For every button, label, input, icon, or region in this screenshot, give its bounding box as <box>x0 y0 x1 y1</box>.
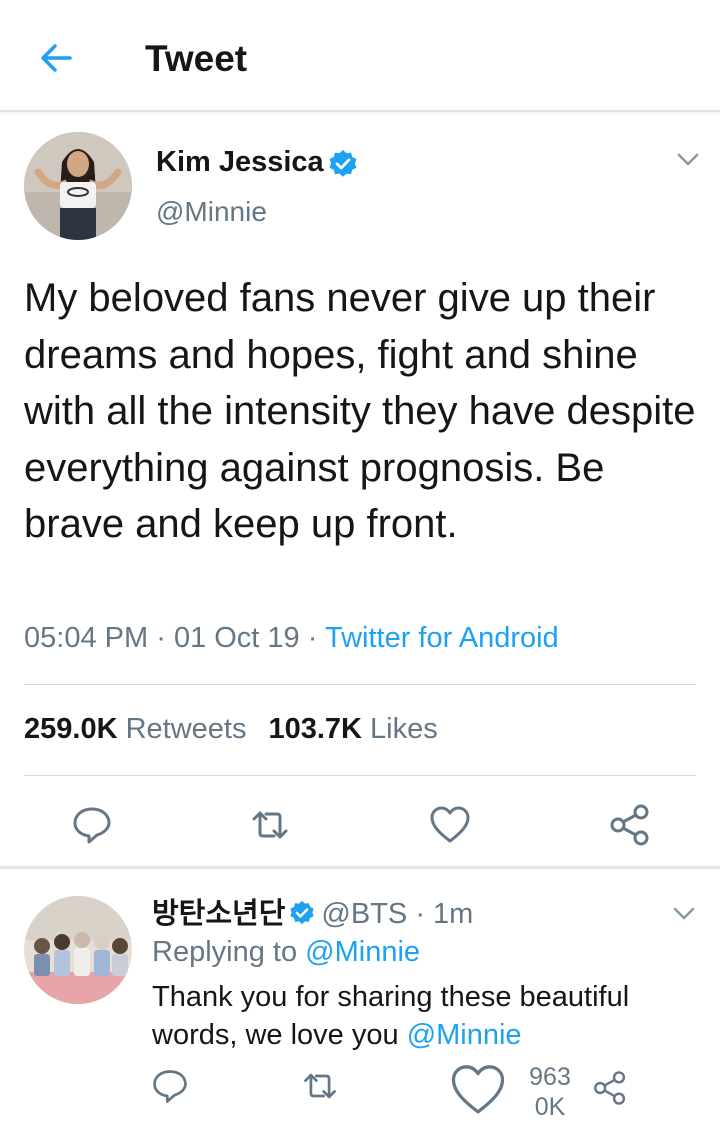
tweet-metadata: 05:04 PM · 01 Oct 19 · Twitter for Andro… <box>24 622 559 655</box>
reply-text-block: Thank you for sharing these beautiful wo… <box>152 978 712 1054</box>
reply-time: 1m <box>433 898 474 930</box>
verified-badge-icon <box>328 149 358 179</box>
tweet-text: My beloved fans never give up their drea… <box>24 276 696 546</box>
like-icon[interactable] <box>448 1060 508 1120</box>
engagement-stats: 259.0K Retweets 103.7K Likes <box>24 713 438 746</box>
likes-stat[interactable]: 103.7K Likes <box>268 713 437 745</box>
replying-label: Replying to <box>152 936 298 968</box>
divider <box>24 684 696 685</box>
reply-author-handle[interactable]: @BTS <box>321 898 407 930</box>
chevron-down-icon[interactable] <box>672 906 696 922</box>
reply-header: 방탄소년단 @BTS · 1m <box>152 890 473 932</box>
replying-handle-link[interactable]: @Minnie <box>305 936 420 968</box>
verified-badge-icon <box>289 900 315 926</box>
meta-separator: · <box>307 622 318 654</box>
share-icon[interactable] <box>608 803 652 847</box>
reply-author-name[interactable]: 방탄소년단 <box>152 898 285 930</box>
reply-icon[interactable] <box>150 1066 190 1106</box>
chevron-down-icon[interactable] <box>676 152 700 168</box>
tweet-source-link[interactable]: Twitter for Android <box>325 622 559 654</box>
tweet-date: 01 Oct 19 <box>173 622 300 654</box>
likes-label: Likes <box>370 713 438 745</box>
like-icon[interactable] <box>428 803 472 847</box>
reply-mention-link[interactable]: @Minnie <box>407 1019 522 1051</box>
reply-icon[interactable] <box>70 803 114 847</box>
retweets-stat[interactable]: 259.0K Retweets <box>24 713 246 745</box>
meta-separator: · <box>156 622 166 654</box>
divider <box>24 775 696 776</box>
section-separator <box>0 866 720 869</box>
author-name[interactable]: Kim Jessica <box>156 146 324 179</box>
share-icon[interactable] <box>592 1070 628 1106</box>
author-avatar[interactable] <box>24 132 132 240</box>
like-count-line2: 0K <box>534 1093 566 1121</box>
retweet-icon[interactable] <box>300 1066 340 1106</box>
reply-like-count: 963 0K <box>522 1062 578 1122</box>
replying-to: Replying to @Minnie <box>152 936 420 969</box>
retweet-icon[interactable] <box>248 803 292 847</box>
likes-count: 103.7K <box>268 713 362 745</box>
reply-text: Thank you for sharing these beautiful wo… <box>152 981 630 1051</box>
author-handle[interactable]: @Minnie <box>156 196 267 228</box>
like-count-line1: 963 <box>529 1063 571 1091</box>
top-bar: Tweet <box>0 0 720 112</box>
retweets-count: 259.0K <box>24 713 118 745</box>
page-title: Tweet <box>145 38 248 79</box>
reply-separator: · <box>415 898 425 930</box>
back-arrow-icon[interactable] <box>36 38 76 78</box>
retweets-label: Retweets <box>125 713 247 745</box>
reply-author-avatar[interactable] <box>24 896 132 1004</box>
tweet-time: 05:04 PM <box>24 622 149 654</box>
